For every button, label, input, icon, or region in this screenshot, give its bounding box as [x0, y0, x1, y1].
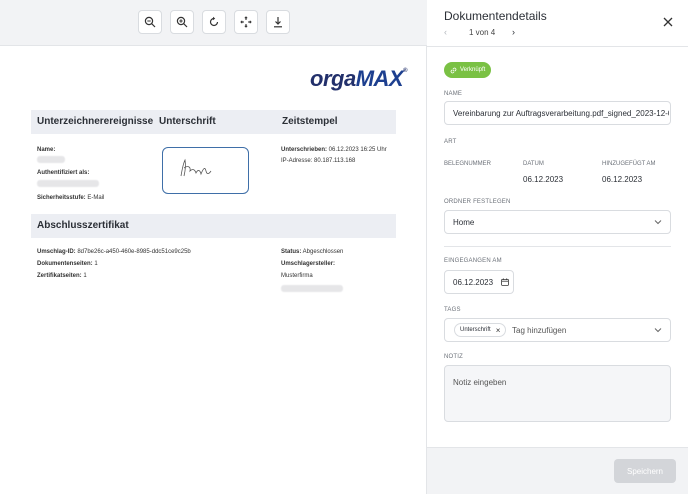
- added-label: HINZUGEFÜGT AM: [602, 161, 656, 167]
- linked-badge-label: Verknüpft: [460, 67, 486, 73]
- viewer-toolbar: [0, 0, 427, 46]
- folder-select[interactable]: Home: [444, 210, 671, 234]
- belegnummer-label: BELEGNUMMER: [444, 161, 492, 167]
- art-label: ART: [444, 139, 457, 145]
- received-label: EINGEGANGEN AM: [444, 258, 502, 264]
- fit-screen-button[interactable]: [234, 10, 258, 34]
- link-icon: [450, 67, 457, 73]
- prev-document-button[interactable]: ‹: [444, 27, 447, 37]
- tag-chip: Unterschrift ×: [454, 323, 507, 337]
- note-placeholder: Notiz eingeben: [453, 378, 507, 387]
- signature-box: [162, 147, 249, 194]
- tags-label: TAGS: [444, 307, 461, 313]
- name-input[interactable]: Vereinbarung zur Auftragsverarbeitung.pd…: [444, 101, 671, 125]
- rotate-icon: [209, 16, 219, 27]
- panel-footer: Speichern: [427, 447, 688, 494]
- signer-events-header: Unterzeichnerereignisse Unterschrift Zei…: [31, 110, 396, 134]
- document-details-panel: Dokumentendetails ‹ 1 von 4 › Verknüpft …: [427, 0, 688, 494]
- signature-drawing: [180, 158, 212, 177]
- download-button[interactable]: [266, 10, 290, 34]
- close-icon[interactable]: [662, 16, 674, 28]
- envelope-id: Umschlag-ID: 8d7be26c-a450-460e-8985-ddc…: [37, 249, 191, 255]
- name-label: Name:: [37, 147, 56, 153]
- ip-address: IP-Adresse: 80.187.113.168: [281, 158, 356, 164]
- datum-label: DATUM: [523, 161, 544, 167]
- col-signature: Unterschrift: [159, 116, 216, 127]
- calendar-icon[interactable]: [501, 278, 509, 286]
- rotate-button[interactable]: [202, 10, 226, 34]
- received-date-input[interactable]: 06.12.2023: [444, 270, 514, 294]
- redacted-email: [37, 180, 99, 187]
- tags-input[interactable]: Unterschrift × Tag hinzufügen: [444, 318, 671, 342]
- certificate-pages: Zertifikatseiten: 1: [37, 273, 87, 279]
- col-signer-events: Unterzeichnerereignisse: [37, 116, 154, 127]
- note-label: NOTIZ: [444, 354, 463, 360]
- zoom-out-button[interactable]: [138, 10, 162, 34]
- zoom-in-icon: [176, 16, 188, 28]
- tag-placeholder: Tag hinzufügen: [512, 326, 567, 335]
- envelope-creator-label: Umschlagersteller:: [281, 261, 336, 267]
- chevron-down-icon: [654, 220, 662, 225]
- folder-select-value: Home: [453, 218, 475, 227]
- orgamax-logo: orgaMAX®: [310, 66, 407, 91]
- linked-badge[interactable]: Verknüpft: [444, 62, 492, 78]
- certificate-header: Abschlusszertifikat: [31, 214, 396, 238]
- section-divider: [444, 246, 671, 247]
- redacted-creator-email: [281, 285, 343, 292]
- datum-value: 06.12.2023: [523, 175, 564, 184]
- security-level: Sicherheitsstufe: E-Mail: [37, 195, 105, 201]
- panel-title: Dokumentendetails: [444, 9, 547, 23]
- status: Status: Abgeschlossen: [281, 249, 344, 255]
- fit-screen-icon: [240, 16, 252, 28]
- next-document-button[interactable]: ›: [512, 27, 515, 37]
- zoom-in-button[interactable]: [170, 10, 194, 34]
- tag-remove-icon[interactable]: ×: [496, 326, 501, 335]
- save-button[interactable]: Speichern: [614, 459, 676, 483]
- folder-label: ORDNER FESTLEGEN: [444, 199, 511, 205]
- redacted-name: [37, 156, 65, 163]
- zoom-out-icon: [144, 16, 156, 28]
- tag-chip-label: Unterschrift: [460, 327, 491, 333]
- document-viewer: orgaMAX® Unterzeichnerereignisse Untersc…: [0, 0, 427, 494]
- panel-header-divider: [427, 46, 688, 47]
- pager-label: 1 von 4: [469, 28, 496, 37]
- download-icon: [274, 17, 282, 28]
- signed-timestamp: Unterschrieben: 06.12.2023 16:25 Uhr: [281, 147, 387, 153]
- chevron-down-icon[interactable]: [654, 327, 662, 333]
- name-input-value: Vereinbarung zur Auftragsverarbeitung.pd…: [453, 109, 669, 118]
- name-field-label: NAME: [444, 91, 463, 97]
- document-pages: Dokumentenseiten: 1: [37, 261, 98, 267]
- added-value: 06.12.2023: [602, 175, 643, 184]
- envelope-creator-value: Musterfirma: [281, 273, 313, 279]
- col-timestamp: Zeitstempel: [282, 116, 338, 127]
- auth-label: Authentifiziert als:: [37, 170, 90, 176]
- document-page: orgaMAX® Unterzeichnerereignisse Untersc…: [0, 46, 427, 494]
- received-date-value: 06.12.2023: [453, 278, 494, 287]
- note-textarea[interactable]: Notiz eingeben: [444, 365, 671, 422]
- certificate-title: Abschlusszertifikat: [37, 220, 129, 231]
